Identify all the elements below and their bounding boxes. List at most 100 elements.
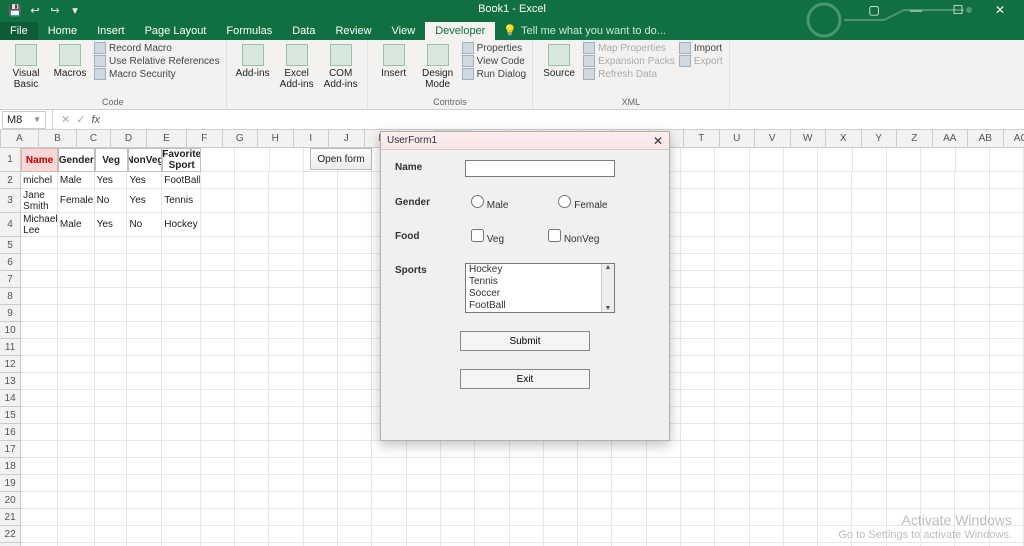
cell[interactable] [921, 390, 955, 407]
cell[interactable] [715, 390, 749, 407]
cell[interactable] [162, 526, 201, 543]
cell[interactable] [58, 492, 95, 509]
cell[interactable] [818, 189, 852, 213]
cell[interactable] [784, 322, 818, 339]
cell[interactable] [990, 322, 1024, 339]
cell[interactable] [715, 526, 749, 543]
relative-refs-button[interactable]: Use Relative References [94, 55, 220, 67]
cell[interactable] [750, 288, 784, 305]
cell[interactable] [338, 254, 372, 271]
cell-veg[interactable]: Yes [95, 213, 128, 237]
cell[interactable] [784, 189, 818, 213]
cell[interactable] [304, 172, 338, 189]
cell[interactable] [304, 526, 338, 543]
cell[interactable] [715, 322, 749, 339]
cell[interactable] [201, 458, 235, 475]
cell[interactable] [235, 509, 269, 526]
cell[interactable] [887, 237, 921, 254]
cell[interactable] [544, 526, 578, 543]
cell[interactable] [235, 407, 269, 424]
run-dialog-button[interactable]: Run Dialog [462, 68, 526, 80]
row-header[interactable]: 7 [0, 271, 21, 288]
cell[interactable] [21, 305, 58, 322]
cell[interactable] [269, 305, 303, 322]
cell[interactable] [372, 475, 406, 492]
cell[interactable] [21, 492, 58, 509]
cell[interactable] [338, 526, 372, 543]
cell[interactable] [127, 424, 162, 441]
tab-data[interactable]: Data [282, 22, 325, 40]
cell[interactable] [441, 458, 475, 475]
cell[interactable] [95, 526, 128, 543]
cell[interactable] [127, 526, 162, 543]
cell[interactable] [58, 509, 95, 526]
cell[interactable] [201, 254, 235, 271]
cell[interactable] [852, 373, 886, 390]
cell[interactable] [784, 475, 818, 492]
cell[interactable] [235, 148, 269, 172]
cell[interactable] [990, 148, 1024, 172]
addins-button[interactable]: Add-ins [233, 42, 273, 79]
cell[interactable] [407, 492, 441, 509]
cell[interactable] [681, 509, 715, 526]
header-nonveg[interactable]: NonVeg [128, 148, 163, 172]
cell[interactable] [304, 492, 338, 509]
cell[interactable] [578, 509, 612, 526]
cell-sport[interactable]: FootBall [162, 172, 201, 189]
cell[interactable] [715, 475, 749, 492]
cell[interactable] [955, 492, 989, 509]
cell-gender[interactable]: Male [58, 213, 95, 237]
cell[interactable] [95, 390, 128, 407]
cell[interactable] [990, 526, 1024, 543]
cell[interactable] [407, 509, 441, 526]
sports-listbox[interactable]: Hockey Tennis Soccer FootBall ▲▼ [465, 263, 615, 313]
cell[interactable] [304, 339, 338, 356]
cell[interactable] [304, 254, 338, 271]
cell[interactable] [127, 356, 162, 373]
cell[interactable] [578, 441, 612, 458]
cell[interactable] [715, 458, 749, 475]
cell[interactable] [784, 509, 818, 526]
cell[interactable] [201, 305, 235, 322]
cell[interactable] [304, 322, 338, 339]
cell[interactable] [818, 441, 852, 458]
cell[interactable] [95, 492, 128, 509]
properties-button[interactable]: Properties [462, 42, 526, 54]
cell[interactable] [921, 237, 955, 254]
cell[interactable] [201, 213, 235, 237]
cell[interactable] [852, 189, 886, 213]
cell[interactable] [612, 458, 646, 475]
cell[interactable] [852, 526, 886, 543]
col-header-AA[interactable]: AA [933, 130, 969, 147]
cell[interactable] [852, 475, 886, 492]
cell[interactable] [681, 172, 715, 189]
cell[interactable] [304, 475, 338, 492]
col-header-T[interactable]: T [684, 130, 720, 147]
cell[interactable] [338, 271, 372, 288]
cell[interactable] [955, 373, 989, 390]
cell[interactable] [784, 356, 818, 373]
cell[interactable] [441, 492, 475, 509]
cell[interactable] [647, 526, 681, 543]
cell[interactable] [750, 509, 784, 526]
cell[interactable] [921, 271, 955, 288]
visual-basic-button[interactable]: Visual Basic [6, 42, 46, 90]
cell[interactable] [681, 458, 715, 475]
enter-icon[interactable]: ✓ [76, 113, 85, 126]
cell[interactable] [818, 148, 852, 172]
cell[interactable] [162, 492, 201, 509]
cell[interactable] [269, 458, 303, 475]
cell[interactable] [201, 322, 235, 339]
cell[interactable] [58, 305, 95, 322]
cell[interactable] [304, 424, 338, 441]
cell[interactable] [127, 407, 162, 424]
cell[interactable] [201, 148, 235, 172]
cell[interactable] [818, 322, 852, 339]
cell[interactable] [235, 441, 269, 458]
cell[interactable] [681, 339, 715, 356]
cell[interactable] [235, 475, 269, 492]
userform-close-icon[interactable]: ✕ [653, 134, 663, 148]
cell[interactable] [818, 356, 852, 373]
cell[interactable] [304, 356, 338, 373]
list-item[interactable]: Hockey [466, 264, 614, 276]
